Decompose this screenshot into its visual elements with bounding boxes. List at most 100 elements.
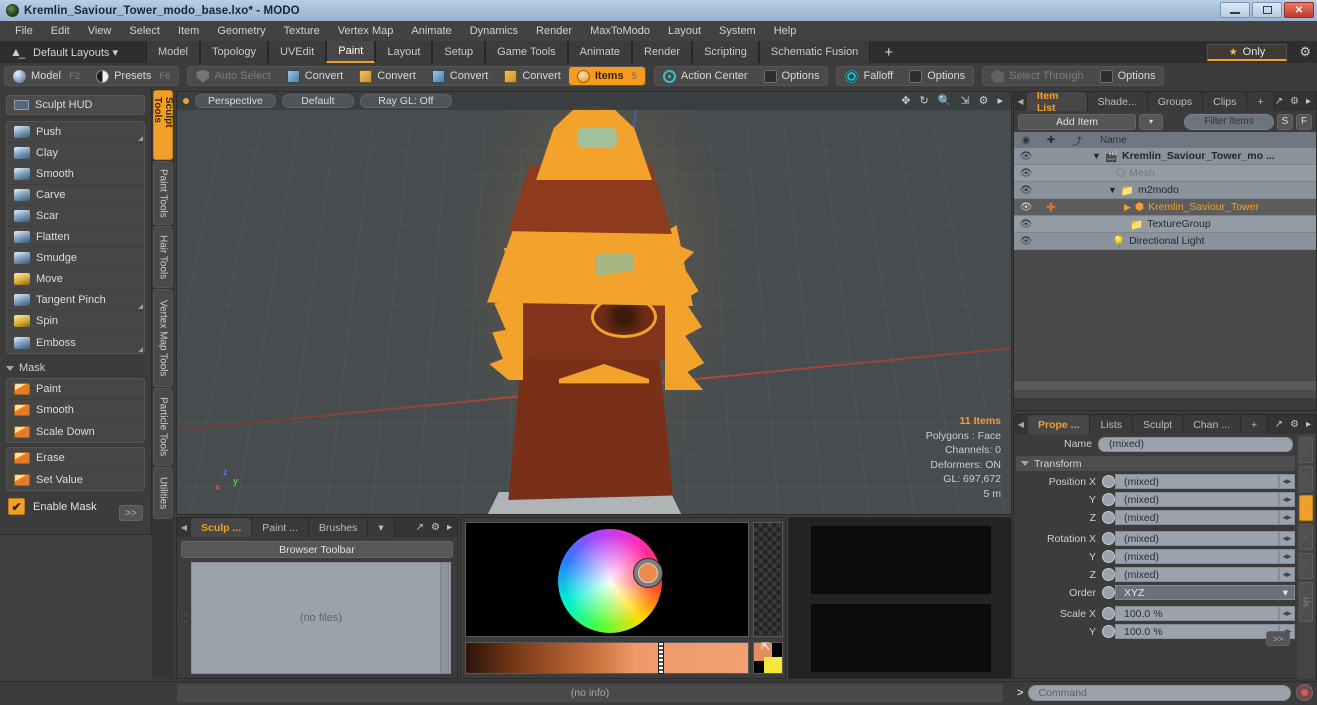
tool-clay[interactable]: Clay — [7, 143, 144, 164]
value-gradient-bar[interactable] — [465, 642, 749, 674]
stepper-icon[interactable]: ◂▸ — [1279, 510, 1295, 525]
tab-channels[interactable]: Chan ... — [1183, 415, 1241, 434]
table-row[interactable]: 👁 ⬡ Mesh — [1014, 165, 1316, 182]
convert-button-4[interactable]: Convert — [496, 67, 569, 85]
left-panel-more-button[interactable]: >> — [119, 505, 143, 521]
channel-radio[interactable] — [1102, 586, 1115, 599]
gear-icon[interactable]: ⚙ — [979, 94, 989, 107]
tab-shading[interactable]: Shade... — [1087, 92, 1148, 111]
menu-item-system[interactable]: System — [710, 22, 765, 40]
filter-s-button[interactable]: S — [1277, 113, 1293, 130]
only-toggle-button[interactable]: ★ Only — [1207, 44, 1287, 61]
table-row[interactable]: 👁 💡 Directional Light — [1014, 233, 1316, 250]
chevron-right-icon[interactable]: ▸ — [447, 522, 452, 533]
3d-viewport[interactable]: Perspective Default Ray GL: Off ✥ ↻ 🔍 ⇲ … — [176, 91, 1012, 515]
menu-item-animate[interactable]: Animate — [402, 22, 460, 40]
tab-sculpt[interactable]: Sculpt — [1133, 415, 1184, 434]
field-input[interactable]: (mixed) — [1115, 531, 1279, 546]
channel-radio[interactable] — [1102, 607, 1115, 620]
properties-add-tab[interactable]: + — [1241, 415, 1269, 434]
expand-icon[interactable]: ↗ — [1275, 96, 1283, 107]
menu-item-geometry[interactable]: Geometry — [208, 22, 274, 40]
stepper-icon[interactable]: ◂▸ — [1279, 474, 1295, 489]
vtab-hair-tools[interactable]: Hair Tools — [153, 226, 173, 288]
menu-item-render[interactable]: Render — [527, 22, 581, 40]
browser-caret-icon[interactable]: ▾ — [368, 518, 395, 537]
browser-file-area[interactable]: (no files) — [191, 562, 451, 674]
tab-paint-browser[interactable]: Paint ... — [252, 518, 309, 537]
field-input[interactable]: 100.0 % — [1115, 606, 1279, 621]
falloff-options-button[interactable]: Options — [901, 67, 973, 85]
field-input[interactable]: (mixed) — [1115, 492, 1279, 507]
command-input[interactable]: Command — [1028, 684, 1291, 701]
visibility-icon[interactable]: 👁 — [1014, 151, 1038, 162]
gutter-slot[interactable]: ⋮ — [1299, 524, 1313, 550]
menu-item-select[interactable]: Select — [120, 22, 169, 40]
item-list-add-tab[interactable]: + — [1247, 92, 1275, 111]
properties-more-button[interactable]: >> — [1266, 631, 1290, 646]
tab-groups[interactable]: Groups — [1147, 92, 1204, 111]
visibility-icon[interactable]: 👁 — [1014, 168, 1038, 179]
tab-paint[interactable]: Paint — [326, 41, 376, 63]
tool-flatten[interactable]: Flatten — [7, 227, 144, 248]
tab-game-tools[interactable]: Game Tools — [485, 41, 568, 63]
default-layouts-dropdown[interactable]: Default Layouts ▾ — [25, 44, 126, 61]
channel-radio[interactable] — [1102, 568, 1115, 581]
add-item-caret-icon[interactable]: ▾ — [1139, 113, 1163, 130]
stepper-icon[interactable]: ◂▸ — [1279, 606, 1295, 621]
tab-brushes[interactable]: Brushes — [308, 518, 369, 537]
tab-model[interactable]: Model — [146, 41, 200, 63]
visibility-icon[interactable]: 👁 — [1014, 236, 1038, 247]
gear-icon[interactable]: ⚙ — [1290, 419, 1299, 430]
order-select[interactable]: XYZ ▾ — [1115, 585, 1295, 600]
visibility-icon[interactable]: 👁 — [1014, 185, 1038, 196]
menu-item-view[interactable]: View — [79, 22, 121, 40]
browser-scrollbar[interactable] — [440, 562, 449, 674]
tool-emboss[interactable]: Emboss — [7, 332, 144, 353]
table-row[interactable]: 👁 📁 TextureGroup — [1014, 216, 1316, 233]
action-center-button[interactable]: Action Center — [655, 67, 756, 85]
alpha-checker-strip[interactable] — [753, 522, 783, 637]
menu-item-item[interactable]: Item — [169, 22, 208, 40]
axis-gizmo[interactable]: x y z — [213, 466, 247, 500]
select-cell[interactable]: ✚ — [1038, 201, 1064, 214]
menu-item-texture[interactable]: Texture — [275, 22, 329, 40]
vtab-sculpt-tools[interactable]: Sculpt Tools — [152, 90, 174, 160]
panel-menu-icon[interactable]: ◀ — [1014, 92, 1027, 111]
sculpt-hud-button[interactable]: Sculpt HUD — [6, 95, 145, 115]
field-input[interactable]: (mixed) — [1115, 567, 1279, 582]
table-row[interactable]: 👁 ▼ 📁 m2modo — [1014, 182, 1316, 199]
menu-item-maxtomodo[interactable]: MaxToModo — [581, 22, 659, 40]
tab-topology[interactable]: Topology — [199, 41, 269, 63]
add-item-button[interactable]: Add Item — [1018, 113, 1136, 130]
tool-smudge[interactable]: Smudge — [7, 248, 144, 269]
action-center-options-button[interactable]: Options — [756, 67, 828, 85]
gear-icon[interactable]: ⚙ — [1299, 44, 1311, 60]
mask-tool-paint[interactable]: Paint — [7, 379, 144, 400]
field-input[interactable]: (mixed) — [1115, 510, 1279, 525]
stepper-icon[interactable]: ◂▸ — [1279, 492, 1295, 507]
stepper-icon[interactable]: ◂▸ — [1279, 549, 1295, 564]
mask-tool-smooth[interactable]: Smooth — [7, 400, 144, 421]
name-input[interactable]: (mixed) — [1098, 436, 1293, 452]
value-slider-handle[interactable] — [658, 642, 664, 674]
field-input[interactable]: (mixed) — [1115, 474, 1279, 489]
home-icon[interactable]: ▲̲ — [7, 45, 25, 59]
mask-tool-erase[interactable]: Erase — [7, 448, 144, 469]
table-row[interactable]: 👁 ✚ ▶ ⬢ Kremlin_Saviour_Tower — [1014, 199, 1316, 216]
gutter-slot[interactable]: ⋮ — [1299, 553, 1313, 579]
select-through-button[interactable]: Select Through — [983, 67, 1091, 85]
menu-item-dynamics[interactable]: Dynamics — [461, 22, 527, 40]
tab-sculpt-browser[interactable]: Sculp ... — [191, 518, 253, 537]
visibility-icon[interactable]: 👁 — [1014, 202, 1038, 213]
tab-uvedit[interactable]: UVEdit — [268, 41, 327, 63]
tab-animate[interactable]: Animate — [567, 41, 632, 63]
gear-icon[interactable]: ⚙ — [1290, 96, 1299, 107]
vtab-paint-tools[interactable]: Paint Tools — [153, 161, 173, 225]
vtab-particle-tools[interactable]: Particle Tools — [153, 388, 173, 466]
fit-icon[interactable]: ⇲ — [960, 94, 969, 107]
chevron-right-icon[interactable]: ▸ — [1306, 419, 1311, 430]
channel-radio[interactable] — [1102, 475, 1115, 488]
viewport-menu-dot-icon[interactable] — [183, 98, 189, 104]
model-mode-button[interactable]: Model F2 — [5, 67, 88, 85]
